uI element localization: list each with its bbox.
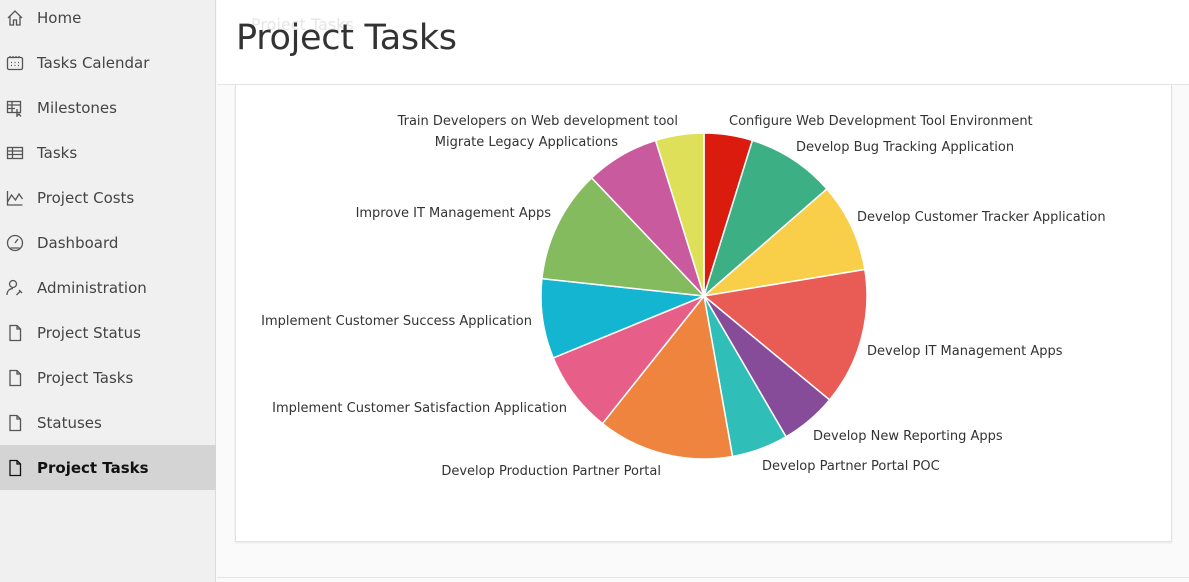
- slice-label: Develop Bug Tracking Application: [796, 140, 1014, 155]
- milestones-icon: [5, 98, 25, 118]
- sidebar-item-project-costs[interactable]: Project Costs: [0, 175, 216, 220]
- sidebar-item-label: Project Tasks: [37, 368, 134, 387]
- sidebar-item-project-tasks[interactable]: Project Tasks: [0, 445, 216, 490]
- chart-card: Configure Web Development Tool Environme…: [235, 85, 1172, 542]
- sidebar-item-label: Project Status: [37, 323, 141, 342]
- slice-label: Train Developers on Web development tool: [397, 114, 678, 129]
- calendar-icon: [5, 53, 25, 73]
- page-icon: [5, 323, 25, 343]
- slice-label: Develop IT Management Apps: [867, 344, 1063, 359]
- pie-chart: Configure Web Development Tool Environme…: [261, 114, 1106, 479]
- sidebar-item-label: Project Tasks: [37, 458, 149, 477]
- page-title: Project Tasks: [236, 18, 457, 58]
- sidebar-item-label: Dashboard: [37, 233, 119, 252]
- sidebar-item-milestones[interactable]: Milestones: [0, 85, 216, 130]
- slice-label: Develop Partner Portal POC: [762, 459, 940, 474]
- page-icon: [5, 458, 25, 478]
- sidebar-item-label: Administration: [37, 278, 147, 297]
- sidebar-item-label: Project Costs: [37, 188, 135, 207]
- slice-label: Implement Customer Satisfaction Applicat…: [272, 401, 567, 416]
- sidebar-item-label: Tasks Calendar: [37, 53, 150, 72]
- page-icon: [5, 413, 25, 433]
- slice-label: Develop Production Partner Portal: [441, 464, 661, 479]
- sidebar-nav: Home Tasks Calendar Milestones Tasks Project…: [0, 0, 216, 582]
- sidebar-item-label: Statuses: [37, 413, 102, 432]
- slice-label: Migrate Legacy Applications: [435, 135, 618, 150]
- slice-label: Improve IT Management Apps: [356, 206, 552, 221]
- line-chart-icon: [5, 188, 25, 208]
- sidebar-item-label: Home: [37, 8, 82, 27]
- sidebar-item-tasks[interactable]: Tasks: [0, 130, 216, 175]
- slice-label: Develop New Reporting Apps: [813, 429, 1003, 444]
- slice-label: Develop Customer Tracker Application: [857, 210, 1106, 225]
- sidebar-item-project-status[interactable]: Project Status: [0, 310, 216, 355]
- sidebar-item-tasks-calendar[interactable]: Tasks Calendar: [0, 40, 216, 85]
- admin-user-wrench-icon: [5, 278, 25, 298]
- sidebar-item-label: Tasks: [37, 143, 78, 162]
- sidebar-item-dashboard[interactable]: Dashboard: [0, 220, 216, 265]
- page-icon: [5, 368, 25, 388]
- slice-label: Configure Web Development Tool Environme…: [729, 114, 1033, 129]
- footer-divider: [217, 577, 1189, 578]
- table-icon: [5, 143, 25, 163]
- sidebar-item-home[interactable]: Home: [0, 0, 216, 40]
- sidebar-item-project-tasks[interactable]: Project Tasks: [0, 355, 216, 400]
- page-header: Project Tasks Project Tasks: [217, 0, 1189, 85]
- dashboard-gauge-icon: [5, 233, 25, 253]
- slice-label: Implement Customer Success Application: [261, 314, 532, 329]
- home-icon: [5, 8, 25, 28]
- sidebar-item-label: Milestones: [37, 98, 117, 117]
- sidebar-item-statuses[interactable]: Statuses: [0, 400, 216, 445]
- sidebar-item-administration[interactable]: Administration: [0, 265, 216, 310]
